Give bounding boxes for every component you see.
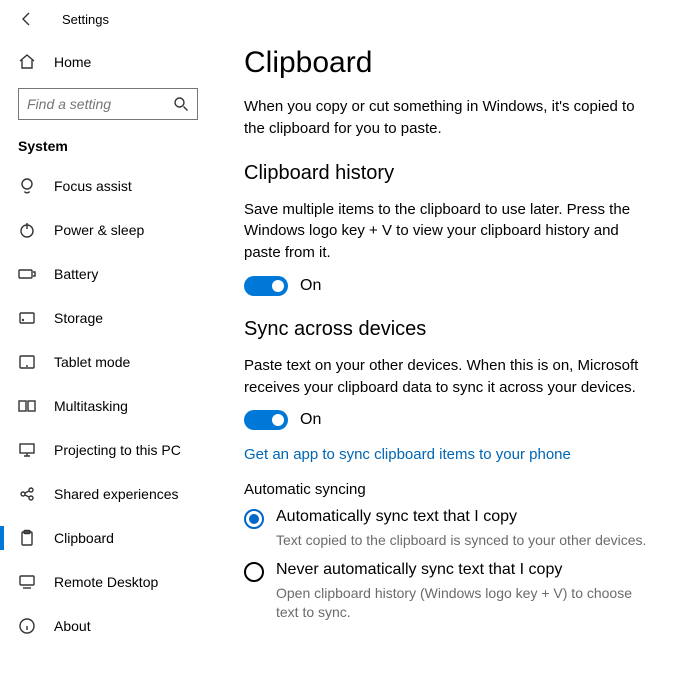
nav-icon (18, 353, 36, 371)
sidebar: Home System Focus assist Power & sleep Bat… (0, 32, 216, 680)
home-icon (18, 53, 36, 71)
nav-icon (18, 309, 36, 327)
nav-label: Remote Desktop (54, 574, 158, 590)
radio-auto-sync[interactable]: Automatically sync text that I copy (244, 508, 652, 529)
nav-label: Tablet mode (54, 354, 130, 370)
radio-icon (244, 562, 264, 582)
sync-heading: Sync across devices (244, 318, 652, 341)
back-icon[interactable] (18, 10, 36, 28)
sidebar-item-storage[interactable]: Storage (0, 296, 216, 340)
history-toggle-label: On (300, 277, 321, 295)
sync-toggle[interactable] (244, 410, 288, 430)
nav-icon (18, 529, 36, 547)
nav-icon (18, 265, 36, 283)
sidebar-item-battery[interactable]: Battery (0, 252, 216, 296)
home-label: Home (54, 54, 91, 70)
page-title: Clipboard (244, 46, 652, 80)
radio-label: Automatically sync text that I copy (276, 508, 517, 526)
radio-auto-sync-sub: Text copied to the clipboard is synced t… (276, 531, 652, 551)
nav-icon (18, 177, 36, 195)
sync-app-link[interactable]: Get an app to sync clipboard items to yo… (244, 446, 571, 463)
window-title: Settings (62, 12, 109, 27)
radio-never-sync-sub: Open clipboard history (Windows logo key… (276, 584, 652, 623)
nav-icon (18, 441, 36, 459)
sidebar-item-about[interactable]: About (0, 604, 216, 648)
main-content: Clipboard When you copy or cut something… (216, 32, 680, 680)
history-toggle[interactable] (244, 276, 288, 296)
nav-label: Storage (54, 310, 103, 326)
intro-text: When you copy or cut something in Window… (244, 96, 652, 140)
history-desc: Save multiple items to the clipboard to … (244, 199, 652, 264)
nav-icon (18, 573, 36, 591)
sync-toggle-label: On (300, 411, 321, 429)
sidebar-group-system: System (0, 134, 216, 164)
sidebar-item-tablet-mode[interactable]: Tablet mode (0, 340, 216, 384)
sidebar-item-remote-desktop[interactable]: Remote Desktop (0, 560, 216, 604)
nav-icon (18, 221, 36, 239)
history-heading: Clipboard history (244, 162, 652, 185)
sidebar-item-multitasking[interactable]: Multitasking (0, 384, 216, 428)
nav-icon (18, 397, 36, 415)
nav-label: Shared experiences (54, 486, 179, 502)
sidebar-item-projecting-to-this-pc[interactable]: Projecting to this PC (0, 428, 216, 472)
sidebar-item-power-sleep[interactable]: Power & sleep (0, 208, 216, 252)
nav-label: Focus assist (54, 178, 132, 194)
nav-label: Multitasking (54, 398, 128, 414)
sidebar-item-focus-assist[interactable]: Focus assist (0, 164, 216, 208)
search-input[interactable] (18, 88, 198, 120)
radio-label: Never automatically sync text that I cop… (276, 561, 562, 579)
nav-label: Power & sleep (54, 222, 144, 238)
nav-label: Projecting to this PC (54, 442, 181, 458)
sidebar-item-home[interactable]: Home (0, 40, 216, 84)
nav-label: About (54, 618, 91, 634)
radio-never-sync[interactable]: Never automatically sync text that I cop… (244, 561, 652, 582)
nav-icon (18, 617, 36, 635)
sidebar-item-clipboard[interactable]: Clipboard (0, 516, 216, 560)
nav-label: Battery (54, 266, 98, 282)
nav-icon (18, 485, 36, 503)
sync-desc: Paste text on your other devices. When t… (244, 355, 652, 399)
auto-sync-heading: Automatic syncing (244, 481, 652, 498)
radio-icon (244, 509, 264, 529)
nav-label: Clipboard (54, 530, 114, 546)
sidebar-item-shared-experiences[interactable]: Shared experiences (0, 472, 216, 516)
